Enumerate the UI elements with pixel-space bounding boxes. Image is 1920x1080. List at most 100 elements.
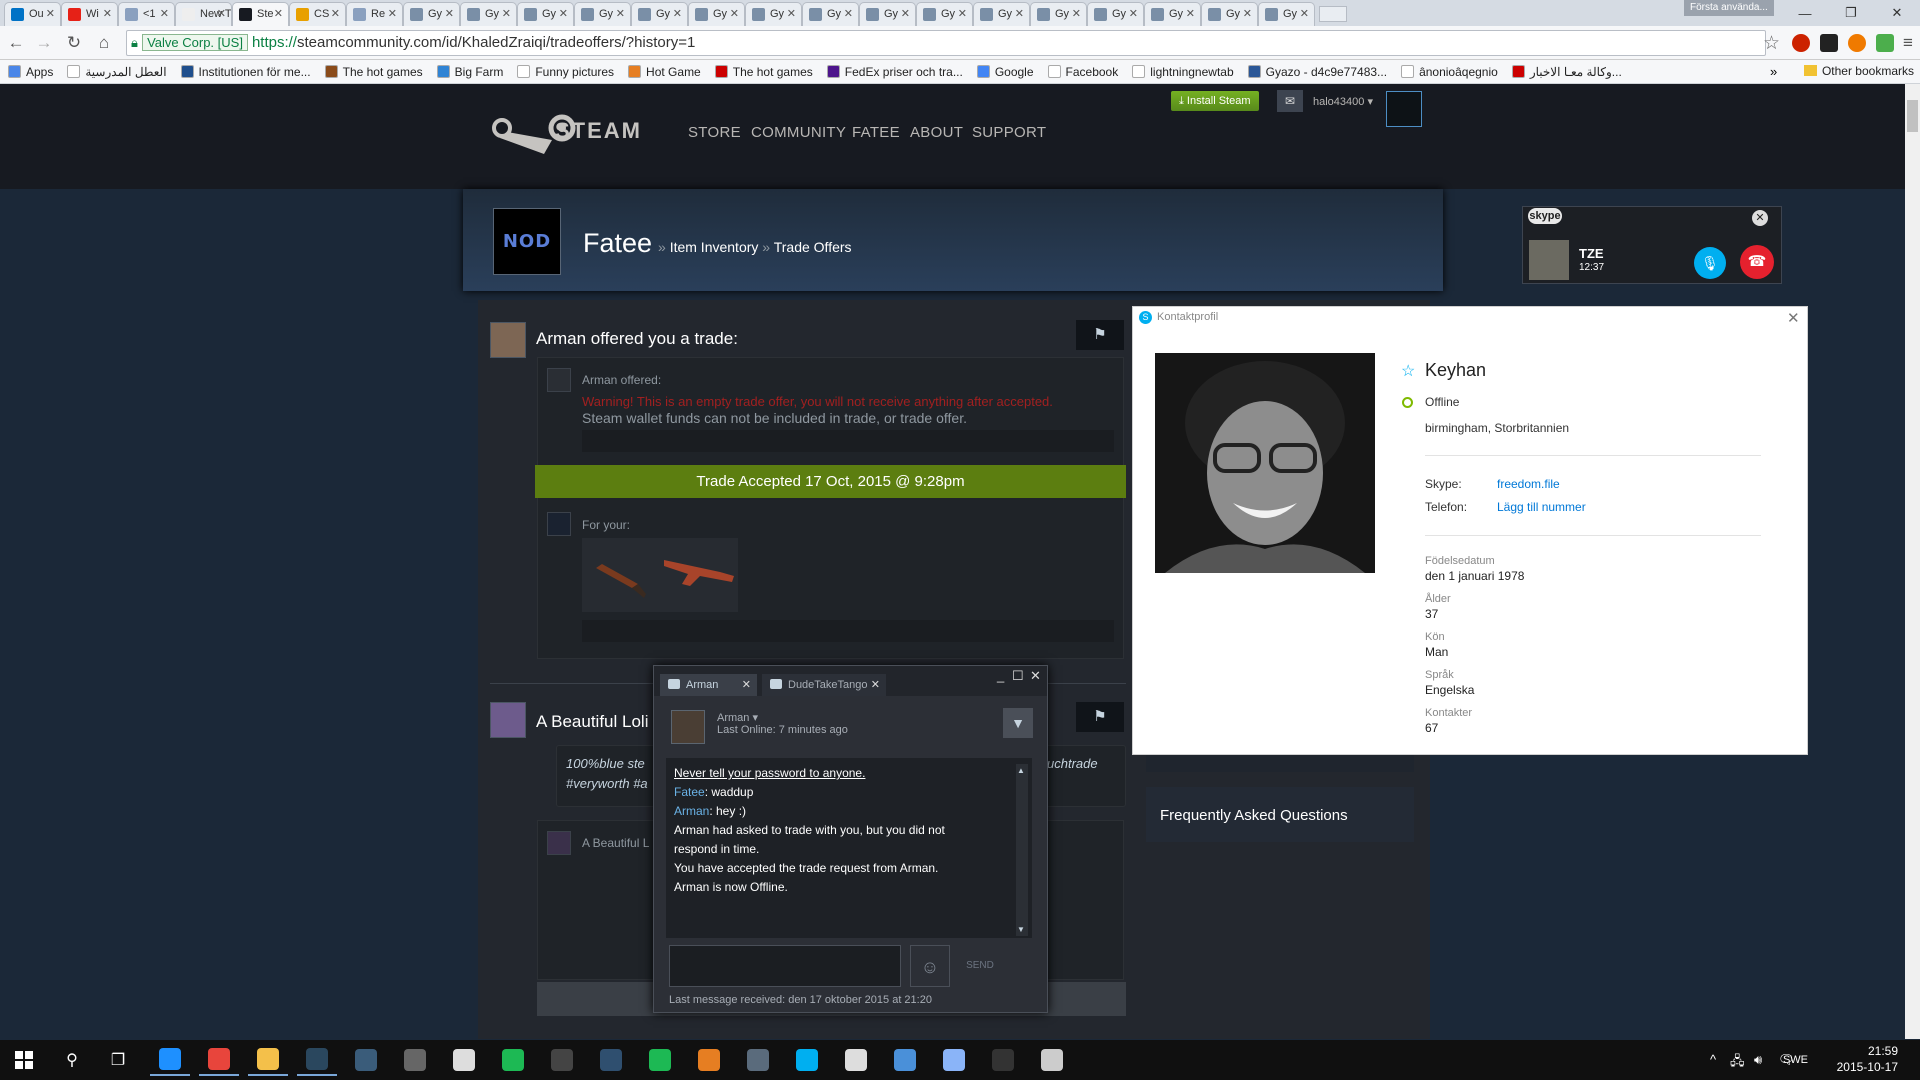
browser-tab[interactable]: Gy ✕ bbox=[460, 2, 517, 26]
taskbar-app-chrome[interactable] bbox=[199, 1044, 239, 1076]
close-tab-icon[interactable]: ✕ bbox=[1015, 7, 1024, 20]
extension-icon[interactable] bbox=[1876, 34, 1894, 52]
close-tab-icon[interactable]: ✕ bbox=[1129, 7, 1138, 20]
nav-fatee[interactable]: FATEE bbox=[852, 124, 900, 141]
taskbar-app-app[interactable] bbox=[983, 1044, 1023, 1076]
taskbar-app-app[interactable] bbox=[689, 1044, 729, 1076]
faq-link[interactable]: Frequently Asked Questions bbox=[1146, 787, 1414, 842]
account-dropdown[interactable]: halo43400 ▾ bbox=[1313, 95, 1373, 108]
browser-tab[interactable]: Gy ✕ bbox=[1030, 2, 1087, 26]
scroll-down-icon[interactable]: ▼ bbox=[1017, 925, 1025, 934]
taskbar-app-app[interactable] bbox=[591, 1044, 631, 1076]
close-tab-icon[interactable]: ✕ bbox=[217, 7, 226, 20]
ev-certificate-badge[interactable]: Valve Corp. [US] bbox=[142, 34, 248, 51]
taskbar-app-app[interactable] bbox=[1032, 1044, 1072, 1076]
taskbar-app-app[interactable] bbox=[395, 1044, 435, 1076]
close-tab-icon[interactable]: ✕ bbox=[388, 7, 397, 20]
bookmark-item[interactable]: lightningnewtab bbox=[1132, 65, 1234, 79]
browser-tab[interactable]: CS ✕ bbox=[289, 2, 346, 26]
close-tab-icon[interactable]: ✕ bbox=[46, 7, 55, 20]
bookmark-item[interactable]: The hot games bbox=[714, 65, 813, 79]
fire-extension-icon[interactable] bbox=[1848, 34, 1866, 52]
browser-tab[interactable]: Gy ✕ bbox=[745, 2, 802, 26]
taskbar-app-explorer[interactable] bbox=[248, 1044, 288, 1076]
install-steam-button[interactable]: ⤓ Install Steam bbox=[1171, 91, 1259, 111]
item-knife-slot[interactable] bbox=[582, 538, 660, 612]
maximize-button[interactable]: ❐ bbox=[1828, 0, 1874, 26]
browser-tab[interactable]: Gy ✕ bbox=[916, 2, 973, 26]
close-tab-icon[interactable]: ✕ bbox=[871, 678, 880, 691]
report-flag-button[interactable]: ⚑ bbox=[1076, 320, 1124, 350]
bookmark-star-icon[interactable]: ☆ bbox=[1763, 32, 1780, 55]
notifications-button[interactable]: ✉ bbox=[1277, 90, 1303, 112]
extension-icon[interactable] bbox=[1792, 34, 1810, 52]
microphone-icon[interactable]: 🎙︎ bbox=[1694, 247, 1726, 279]
chat-username[interactable]: Fatee bbox=[674, 785, 705, 799]
browser-profile-button[interactable]: Första använda... bbox=[1684, 0, 1774, 16]
minimize-button[interactable]: — bbox=[1782, 0, 1828, 26]
task-view-icon[interactable]: ❐ bbox=[98, 1044, 138, 1076]
bookmark-item[interactable]: وكالة معـا الاخبار... bbox=[1511, 65, 1622, 79]
bookmark-item[interactable]: ânonioâqegnio bbox=[1401, 65, 1498, 79]
browser-tab[interactable]: Ste ✕ bbox=[232, 2, 289, 27]
taskbar-app-steam[interactable] bbox=[297, 1044, 337, 1076]
add-phone-link[interactable]: Lägg till nummer bbox=[1497, 500, 1586, 514]
close-tab-icon[interactable]: ✕ bbox=[616, 7, 625, 20]
scroll-up-icon[interactable]: ▲ bbox=[1017, 766, 1025, 775]
browser-tab[interactable]: Gy ✕ bbox=[517, 2, 574, 26]
close-icon[interactable]: ✕ bbox=[1787, 309, 1800, 327]
taskbar-app-app[interactable] bbox=[640, 1044, 680, 1076]
taskbar-app-calculator[interactable] bbox=[542, 1044, 582, 1076]
back-arrow-icon[interactable]: ← bbox=[6, 33, 26, 53]
chat-message-input[interactable] bbox=[669, 945, 901, 987]
offer-sender-avatar[interactable] bbox=[490, 702, 526, 738]
item-rifle-slot[interactable] bbox=[660, 538, 738, 612]
close-tab-icon[interactable]: ✕ bbox=[331, 7, 340, 20]
nav-support[interactable]: SUPPORT bbox=[972, 124, 1046, 141]
search-icon[interactable]: ⚲ bbox=[52, 1044, 92, 1076]
browser-tab[interactable]: Gy ✕ bbox=[1201, 2, 1258, 26]
close-tab-icon[interactable]: ✕ bbox=[502, 7, 511, 20]
profile-avatar[interactable]: NOD bbox=[493, 208, 561, 275]
header-avatar[interactable] bbox=[1386, 91, 1422, 127]
taskbar-app-edge[interactable] bbox=[150, 1044, 190, 1076]
hang-up-icon[interactable]: ☎ bbox=[1740, 245, 1774, 279]
taskbar-app-app[interactable] bbox=[444, 1044, 484, 1076]
skype-name-link[interactable]: freedom.file bbox=[1497, 477, 1560, 491]
browser-tab[interactable]: Gy ✕ bbox=[859, 2, 916, 26]
browser-tab[interactable]: Gy ✕ bbox=[688, 2, 745, 26]
chat-close-button[interactable]: ✕ bbox=[1030, 668, 1041, 684]
new-tab-button[interactable] bbox=[1319, 6, 1347, 22]
chat-maximize-button[interactable]: ☐ bbox=[1012, 668, 1024, 684]
system-clock[interactable]: 21:59 2015-10-17 bbox=[1837, 1043, 1898, 1075]
bookmark-item[interactable]: Institutionen för me... bbox=[180, 65, 311, 79]
taskbar-app-app[interactable] bbox=[738, 1044, 778, 1076]
browser-tab[interactable]: Gy ✕ bbox=[802, 2, 859, 26]
close-tab-icon[interactable]: ✕ bbox=[559, 7, 568, 20]
chat-friend-avatar[interactable] bbox=[671, 710, 705, 744]
input-language[interactable]: SWE bbox=[1783, 1054, 1808, 1066]
close-tab-icon[interactable]: ✕ bbox=[1243, 7, 1252, 20]
bookmark-item[interactable]: Google bbox=[976, 65, 1034, 79]
bookmark-item[interactable]: العطل المدرسية bbox=[67, 65, 167, 79]
emoticon-button[interactable]: ☺ bbox=[910, 945, 950, 987]
bookmarks-overflow-button[interactable]: » bbox=[1770, 64, 1777, 79]
bookmark-item[interactable]: Gyazo - d4c9e77483... bbox=[1247, 65, 1387, 79]
taskbar-app-app[interactable] bbox=[934, 1044, 974, 1076]
bookmark-item[interactable]: Hot Game bbox=[628, 65, 701, 79]
page-scrollbar-thumb[interactable] bbox=[1907, 100, 1918, 132]
chat-minimize-button[interactable]: _ bbox=[997, 668, 1004, 683]
close-tab-icon[interactable]: ✕ bbox=[445, 7, 454, 20]
browser-tab[interactable]: Gy ✕ bbox=[1258, 2, 1315, 26]
report-flag-button[interactable]: ⚑ bbox=[1076, 702, 1124, 732]
other-bookmarks[interactable]: Other bookmarks bbox=[1803, 64, 1914, 78]
nav-about[interactable]: ABOUT bbox=[910, 124, 963, 141]
browser-tab[interactable]: Gy ✕ bbox=[1087, 2, 1144, 26]
taskbar-app-skype[interactable] bbox=[787, 1044, 827, 1076]
chat-options-button[interactable]: ▼ bbox=[1003, 708, 1033, 738]
close-tab-icon[interactable]: ✕ bbox=[103, 7, 112, 20]
breadcrumb-trade-offers[interactable]: Trade Offers bbox=[774, 239, 852, 255]
nav-community[interactable]: COMMUNITY bbox=[751, 124, 846, 141]
chat-tab-arman[interactable]: Arman ✕ bbox=[660, 674, 757, 696]
taskbar-app-spotify[interactable] bbox=[493, 1044, 533, 1076]
